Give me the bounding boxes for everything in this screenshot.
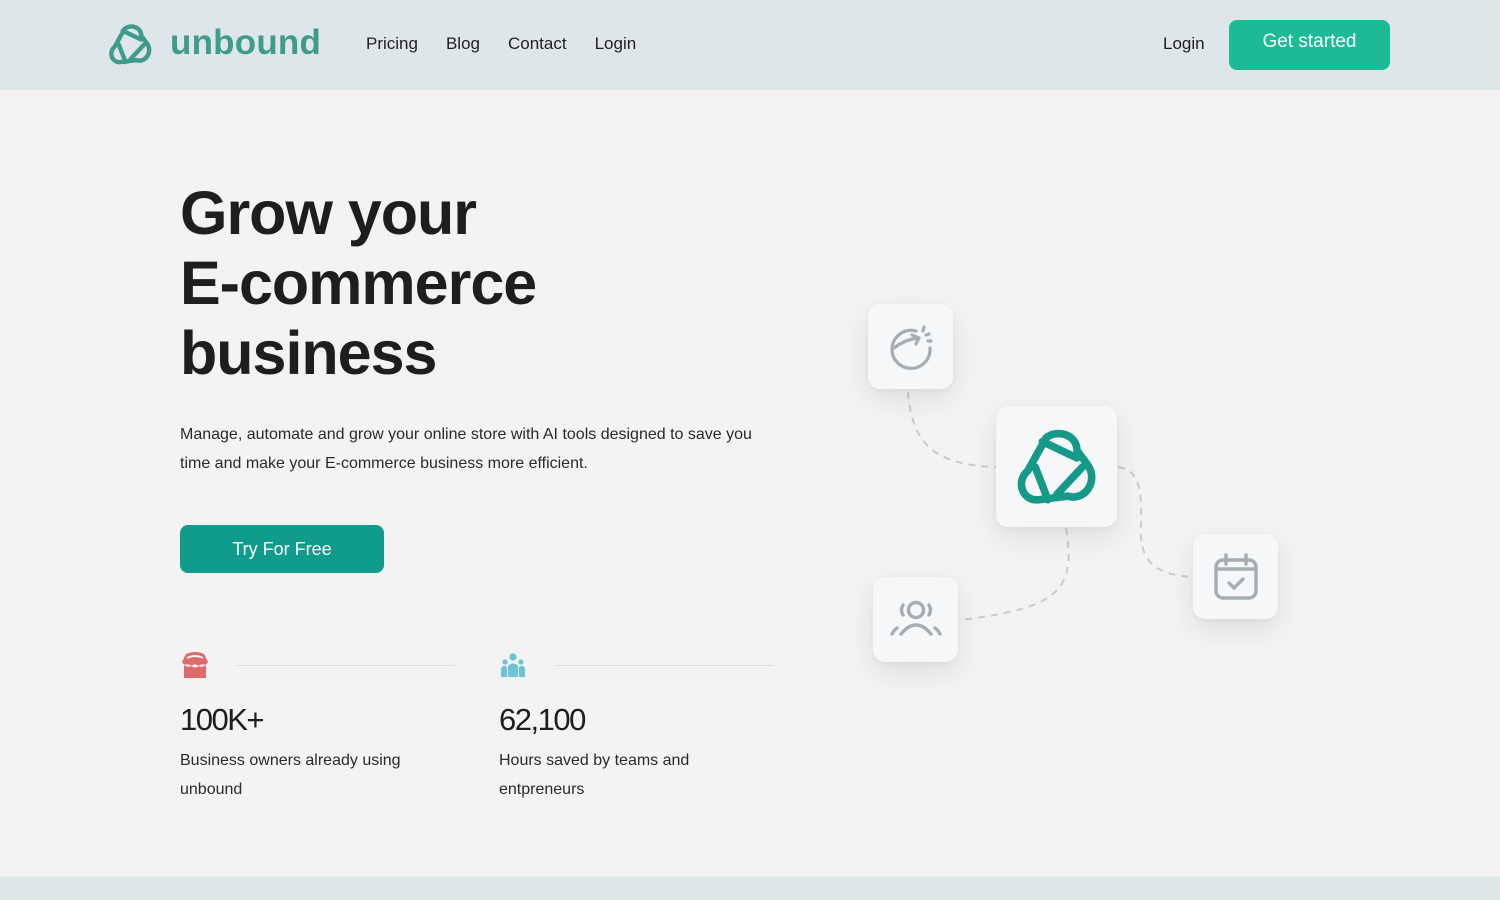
growth-card xyxy=(868,304,953,389)
stat-value: 62,100 xyxy=(499,702,586,737)
stat-value: 100K+ xyxy=(180,702,265,737)
get-started-button[interactable]: Get started xyxy=(1229,20,1390,70)
connector-logo-to-team xyxy=(959,527,1070,621)
next-section-band xyxy=(0,876,1500,900)
growth-chart-icon xyxy=(889,324,933,370)
stat-divider xyxy=(236,664,455,666)
unbound-logo-icon xyxy=(1017,429,1095,504)
people-group-icon xyxy=(889,600,942,636)
stat-hours-saved: 62,100 Hours saved by teams and entprene… xyxy=(499,648,774,804)
unbound-logo-card xyxy=(996,406,1117,527)
team-icon xyxy=(499,648,539,682)
stat-divider xyxy=(555,664,774,666)
brand-name: unbound xyxy=(170,23,322,62)
stat-business-owners: 100K+ Business owners already using unbo… xyxy=(180,648,455,804)
nav-link-blog[interactable]: Blog xyxy=(446,34,480,54)
connector-logo-to-calendar xyxy=(1117,466,1194,578)
header-login-link[interactable]: Login xyxy=(1163,34,1205,54)
team-card xyxy=(873,577,958,662)
calendar-card xyxy=(1193,534,1278,619)
hero-title-line-1: Grow your xyxy=(180,179,477,247)
hero-description: Manage, automate and grow your online st… xyxy=(180,426,752,472)
stat-label: Hours saved by teams and entpreneurs xyxy=(499,752,690,798)
storefront-icon xyxy=(180,648,220,682)
nav-link-pricing[interactable]: Pricing xyxy=(366,34,418,54)
hero-illustration xyxy=(820,270,1340,710)
hero-title-line-2: E-commerce xyxy=(180,249,537,317)
nav-link-login[interactable]: Login xyxy=(595,34,637,54)
connector-growth-to-logo xyxy=(907,391,997,468)
hero-title: Grow your E-commerce business xyxy=(180,178,537,388)
primary-nav: Pricing Blog Contact Login xyxy=(366,34,636,54)
unbound-logo-icon xyxy=(109,24,152,65)
hero-title-line-3: business xyxy=(180,319,437,387)
brand-logo-link[interactable]: unbound xyxy=(109,23,321,66)
calendar-check-icon xyxy=(1213,552,1258,600)
try-for-free-button[interactable]: Try For Free xyxy=(180,525,384,573)
nav-link-contact[interactable]: Contact xyxy=(508,34,567,54)
stat-label: Business owners already using unbound xyxy=(180,752,401,798)
top-navbar: unbound Pricing Blog Contact Login Login… xyxy=(0,0,1500,90)
